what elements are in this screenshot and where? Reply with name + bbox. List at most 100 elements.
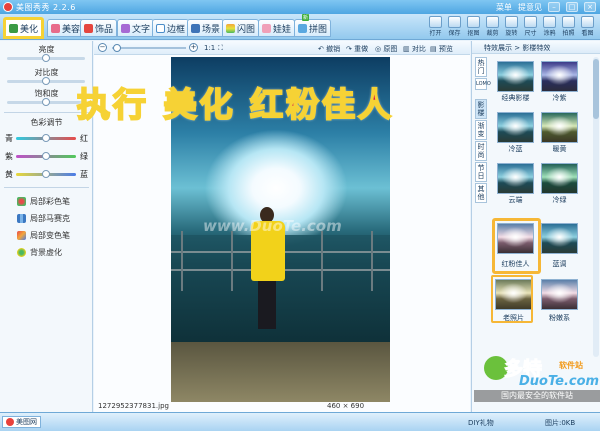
slider-knob[interactable] <box>42 134 50 142</box>
slider-knob[interactable] <box>42 77 50 85</box>
main-tab-bar: 美化 美容 饰品 文字 边框 场景 闪图 娃娃 新 拼图 打开 保存 抠图 裁剪… <box>0 14 600 40</box>
compare-button[interactable]: ▥ 对比 <box>403 44 426 54</box>
scrollbar-thumb[interactable] <box>593 59 599 119</box>
tab-doll[interactable]: 娃娃 <box>258 19 296 37</box>
rotate-icon <box>505 16 518 28</box>
tab-text[interactable]: 文字 <box>117 19 155 37</box>
preview-button[interactable]: ▤ 预览 <box>430 44 453 54</box>
color-right-label: 红 <box>80 134 88 143</box>
feedback-button[interactable]: 提意见 <box>518 2 542 13</box>
face-icon <box>51 23 60 33</box>
meitu-logo-icon <box>6 418 14 426</box>
zoom-in-icon[interactable]: + <box>189 43 198 52</box>
recolor-pen-icon <box>17 231 26 240</box>
tab-label: 美容 <box>62 24 81 35</box>
tab-accessories[interactable]: 饰品 <box>80 19 118 37</box>
tab-scene[interactable]: 场景 <box>187 19 225 37</box>
tab-label: 拼图 <box>309 24 328 35</box>
cutout-icon <box>467 16 480 28</box>
tab-collage[interactable]: 新 拼图 <box>294 14 332 37</box>
effect-thumb-pink-tender[interactable] <box>541 279 578 310</box>
saturation-slider[interactable] <box>7 98 85 106</box>
effect-thumb-warm-yellow[interactable] <box>541 112 578 143</box>
close-icon[interactable]: × <box>584 2 596 12</box>
tab-label: 边框 <box>167 24 186 35</box>
undo-button[interactable]: ↶ 撤销 <box>318 44 340 54</box>
slider-knob[interactable] <box>42 170 50 178</box>
tab-facial[interactable]: 美容 <box>47 19 85 37</box>
background-blur-link[interactable]: 背景虚化 <box>17 247 62 258</box>
effects-scrollbar[interactable] <box>593 57 599 357</box>
effect-label: 冷紫 <box>552 94 567 102</box>
cyan-red-row: 青 红 <box>0 133 93 143</box>
vtab-hot[interactable]: 热门 <box>475 57 487 77</box>
hover-effect-highlight <box>491 275 533 323</box>
open-button[interactable]: 打开 <box>427 16 444 37</box>
canvas-toolbar: − + 1:1 ⛶ ↶ 撤销 ↷ 重做 ◎ 原图 ▥ 对比 ▤ 预览 <box>94 41 470 55</box>
minimize-icon[interactable]: – <box>548 2 560 12</box>
photo-person-legs <box>258 281 276 329</box>
color-left-label: 黄 <box>5 170 13 179</box>
maximize-icon[interactable]: □ <box>566 2 578 12</box>
tab-flash[interactable]: 闪图 <box>222 19 260 37</box>
vtab-other[interactable]: 其他 <box>475 183 487 203</box>
menu-button[interactable]: 菜单 <box>496 2 512 13</box>
redo-button[interactable]: ↷ 重做 <box>346 44 368 54</box>
zoom-out-icon[interactable]: − <box>98 43 107 52</box>
resize-button[interactable]: 尺寸 <box>522 16 539 37</box>
blur-icon <box>17 248 26 257</box>
save-button[interactable]: 保存 <box>446 16 463 37</box>
actual-size-button[interactable]: 1:1 <box>204 44 215 52</box>
cutout-button[interactable]: 抠图 <box>465 16 482 37</box>
logo-en: DuoTe.com <box>519 374 600 389</box>
scene-icon <box>191 23 200 33</box>
task-label: 美图网 <box>16 418 37 426</box>
view-button[interactable]: 看图 <box>579 16 596 37</box>
tab-label: 美化 <box>20 24 39 35</box>
slider-knob[interactable] <box>42 98 50 106</box>
effect-thumb-cold-purple[interactable] <box>541 61 578 92</box>
color-left-label: 紫 <box>5 152 13 161</box>
compare-label: 对比 <box>411 45 426 53</box>
vtab-fashion[interactable]: 时尚 <box>475 141 487 161</box>
contrast-slider[interactable] <box>7 77 85 85</box>
effect-thumb-classic-studio[interactable] <box>497 61 534 92</box>
doll-icon <box>262 23 271 33</box>
original-button[interactable]: ◎ 原图 <box>375 44 397 54</box>
diy-gift-link[interactable]: DIY礼物 <box>468 418 494 428</box>
tab-label: 场景 <box>202 24 221 35</box>
slider-knob[interactable] <box>42 152 50 160</box>
meitu-site-button[interactable]: 美图网 <box>2 416 41 428</box>
undo-label: 撤销 <box>326 45 341 53</box>
zoom-knob[interactable] <box>113 44 121 52</box>
camera-button[interactable]: 拍照 <box>560 16 577 37</box>
effect-thumb-blue-tone[interactable] <box>541 223 578 254</box>
selected-effect-highlight <box>492 218 541 274</box>
collage-icon <box>298 23 307 33</box>
purple-green-row: 紫 绿 <box>0 151 93 161</box>
title-bar: 美图秀秀 2.2.6 菜单 提意见 – □ × <box>0 0 600 14</box>
effect-thumb-cloud[interactable] <box>497 163 534 194</box>
tab-beautify[interactable]: 美化 <box>3 17 45 39</box>
frame-icon <box>156 23 165 33</box>
slider-knob[interactable] <box>42 54 50 62</box>
divider <box>4 187 89 188</box>
logo-slogan: 国内最安全的软件站 <box>474 390 600 402</box>
tutorial-heading: 执行 美化 红粉佳人 <box>76 84 394 125</box>
tab-frame[interactable]: 边框 <box>152 19 190 37</box>
partial-color-pen-link[interactable]: 局部彩色笔 <box>17 196 70 207</box>
effect-thumb-cold-green[interactable] <box>541 163 578 194</box>
zoom-slider[interactable] <box>112 44 186 52</box>
vtab-festival[interactable]: 节日 <box>475 162 487 182</box>
crop-button[interactable]: 裁剪 <box>484 16 501 37</box>
tab-label: 闪图 <box>237 24 256 35</box>
doodle-button[interactable]: 涂鸦 <box>541 16 558 37</box>
partial-mosaic-link[interactable]: 局部马赛克 <box>17 213 70 224</box>
effect-thumb-cold-blue[interactable] <box>497 112 534 143</box>
rotate-button[interactable]: 旋转 <box>503 16 520 37</box>
new-badge: 新 <box>302 14 310 21</box>
fit-window-icon[interactable]: ⛶ <box>218 44 223 53</box>
partial-recolor-pen-link[interactable]: 局部变色笔 <box>17 230 70 241</box>
brightness-slider[interactable] <box>7 54 85 62</box>
link-label: 局部彩色笔 <box>30 197 70 206</box>
